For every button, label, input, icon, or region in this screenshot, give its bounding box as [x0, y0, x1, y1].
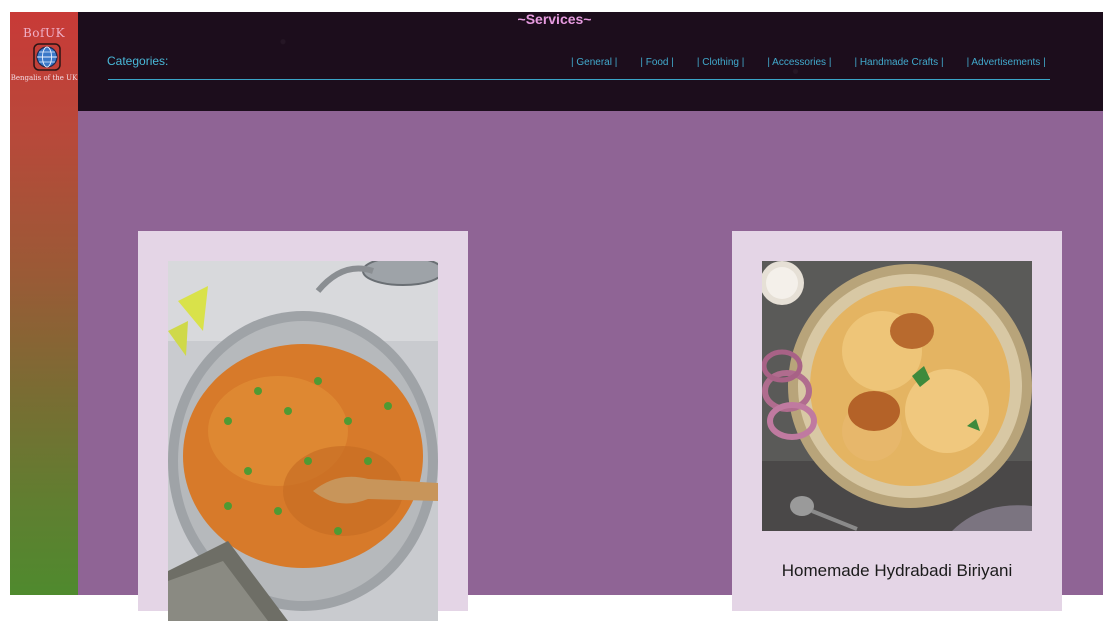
header-divider: [108, 79, 1050, 80]
nav-item-advertisements[interactable]: | Advertisements |: [967, 57, 1046, 68]
nav-item-handmade-crafts[interactable]: | Handmade Crafts |: [854, 57, 943, 68]
logo-caption: Bengalis of the UK: [10, 74, 78, 82]
nav-item-accessories[interactable]: | Accessories |: [767, 57, 831, 68]
categories-label: Categories:: [107, 54, 169, 68]
biriyani-photo[interactable]: [762, 261, 1032, 531]
logo-text[interactable]: BofUK: [22, 26, 66, 40]
service-card[interactable]: Homemade Hydrabadi Biriyani: [732, 231, 1062, 611]
page-title: ~Services~: [517, 11, 592, 27]
nav-item-clothing[interactable]: | Clothing |: [697, 57, 744, 68]
nav-item-food[interactable]: | Food |: [640, 57, 674, 68]
card-title: Homemade Hydrabadi Biriyani: [781, 561, 1013, 580]
category-nav: | General | | Food | | Clothing | | Acce…: [571, 57, 1046, 68]
header: ~Services~ Categories: | General | | Foo…: [78, 11, 1103, 111]
main-content: Homemade Hydrabadi Biriyani: [78, 111, 1103, 621]
pulao-photo[interactable]: [168, 261, 438, 621]
nav-item-general[interactable]: | General |: [571, 57, 617, 68]
page-margin: [0, 0, 10, 595]
globe-logo-icon[interactable]: [32, 42, 62, 72]
sidebar: BofUK Bengalis of the UK: [10, 12, 78, 595]
service-card[interactable]: [138, 231, 468, 621]
